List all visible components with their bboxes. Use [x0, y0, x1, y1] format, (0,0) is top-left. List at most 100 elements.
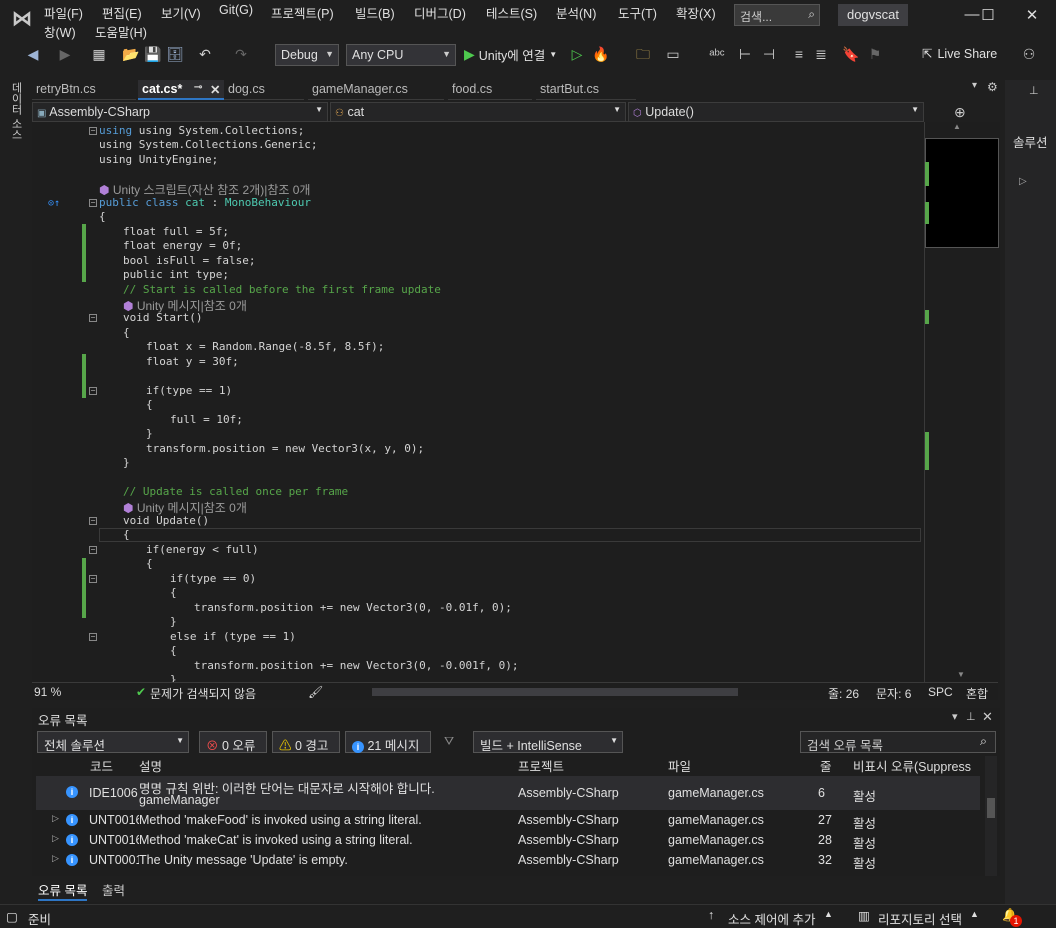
format-icon[interactable]: ⊣: [760, 45, 778, 63]
layout-icon[interactable]: ▭: [664, 45, 682, 63]
menu-build[interactable]: 빌드(B): [355, 3, 395, 22]
pin-icon[interactable]: ⊸: [194, 82, 202, 93]
menu-file[interactable]: 파일(F): [44, 3, 83, 22]
table-row[interactable]: ▷ i UNT0016 Method 'makeFood' is invoked…: [36, 812, 980, 831]
errors-filter-button[interactable]: ⊗ 0 오류: [199, 731, 267, 753]
hot-reload-icon[interactable]: 🔥: [592, 45, 610, 63]
minimap-viewport[interactable]: [925, 138, 999, 248]
split-editor-icon[interactable]: ⊕: [954, 104, 966, 121]
settings-gear-icon[interactable]: ⚙: [987, 80, 998, 94]
expand-icon[interactable]: ▷: [52, 853, 59, 864]
tab-food[interactable]: food.cs: [448, 80, 532, 100]
col-header-file[interactable]: 파일: [668, 756, 691, 775]
inherit-icon[interactable]: ⊙↑: [48, 198, 60, 209]
pin-icon[interactable]: ⊥: [1029, 84, 1039, 97]
scroll-up-icon[interactable]: ▲: [953, 122, 961, 131]
table-row[interactable]: ▷ i UNT0001 The Unity message 'Update' i…: [36, 852, 980, 871]
horizontal-scrollbar[interactable]: [372, 688, 738, 696]
minimap-scrollbar[interactable]: ▲ ▼: [924, 122, 1000, 682]
tab-gamemanager[interactable]: gameManager.cs: [308, 80, 444, 100]
menu-git[interactable]: Git(G): [219, 3, 253, 17]
vertical-scrollbar[interactable]: [985, 756, 997, 876]
table-row[interactable]: ▷ i UNT0016 Method 'makeCat' is invoked …: [36, 832, 980, 851]
tab-dog[interactable]: dog.cs: [224, 80, 304, 100]
expand-icon[interactable]: ▷: [52, 813, 59, 824]
fold-icon[interactable]: −: [89, 546, 97, 554]
menu-extensions[interactable]: 확장(X): [676, 3, 716, 22]
account-icon[interactable]: ⚇: [1020, 45, 1038, 63]
folder-icon[interactable]: 🗀: [634, 45, 652, 63]
expand-icon[interactable]: ▷: [1019, 176, 1027, 187]
col-header-code[interactable]: 코드: [90, 756, 113, 775]
config-select[interactable]: Debug ▼: [275, 44, 339, 66]
codelens[interactable]: ⬢ Unity 메시지|참조 0개: [123, 499, 247, 515]
close-icon[interactable]: ✕: [982, 709, 993, 725]
add-source-control-button[interactable]: 소스 제어에 추가: [728, 909, 815, 928]
whitespace-mode[interactable]: SPC: [928, 685, 953, 699]
scrollbar-thumb[interactable]: [987, 798, 995, 818]
type-dropdown[interactable]: ⚇ cat ▼: [330, 102, 626, 122]
brush-icon[interactable]: 🖌: [308, 685, 323, 699]
search-input[interactable]: 검색... ⌕: [734, 4, 820, 26]
maximize-button[interactable]: ☐: [978, 6, 998, 24]
col-header-suppression[interactable]: 비표시 오류(Suppress: [853, 756, 971, 775]
new-item-icon[interactable]: ▦: [90, 45, 108, 63]
column-number[interactable]: 문자: 6: [876, 685, 911, 702]
col-header-project[interactable]: 프로젝트: [518, 756, 564, 775]
menu-tools[interactable]: 도구(T): [618, 3, 657, 22]
start-without-debug-icon[interactable]: ▷: [568, 45, 586, 63]
tab-output[interactable]: 출력: [102, 880, 125, 899]
member-dropdown[interactable]: ⬡ Update() ▼: [628, 102, 924, 122]
zoom-level[interactable]: 91 %: [34, 685, 61, 699]
open-icon[interactable]: 📂: [122, 45, 140, 63]
fold-icon[interactable]: −: [89, 199, 97, 207]
menu-help[interactable]: 도움말(H): [95, 22, 147, 41]
forward-icon[interactable]: ▶: [56, 45, 74, 63]
solution-tab[interactable]: 솔루션: [1013, 132, 1048, 151]
menu-edit[interactable]: 편집(E): [102, 3, 142, 22]
pin-icon[interactable]: ⊥: [966, 710, 976, 723]
save-icon[interactable]: 💾: [144, 45, 162, 63]
codelens[interactable]: ⬢ Unity 스크립트(자산 참조 2개)|참조 0개: [99, 181, 310, 197]
warnings-filter-button[interactable]: ⚠ 0 경고: [272, 731, 340, 753]
fold-icon[interactable]: −: [89, 387, 97, 395]
issues-status[interactable]: 문제가 검색되지 않음: [150, 685, 256, 702]
source-select[interactable]: 빌드 + IntelliSense ▼: [473, 731, 623, 753]
menu-project[interactable]: 프로젝트(P): [271, 3, 334, 22]
menu-test[interactable]: 테스트(S): [486, 3, 537, 22]
fold-icon[interactable]: −: [89, 127, 97, 135]
menu-debug[interactable]: 디버그(D): [414, 3, 466, 22]
chevron-down-icon[interactable]: ▾: [952, 710, 958, 723]
spell-check-icon[interactable]: ᵃᵇᶜ: [708, 45, 726, 63]
redo-icon[interactable]: ↷: [232, 45, 250, 63]
tab-startbut[interactable]: startBut.cs: [536, 80, 636, 100]
menu-window[interactable]: 창(W): [44, 22, 76, 41]
platform-select[interactable]: Any CPU ▼: [346, 44, 456, 66]
menu-view[interactable]: 보기(V): [161, 3, 201, 22]
tab-error-list[interactable]: 오류 목록: [38, 880, 88, 901]
code-editor[interactable]: − − − − − − − − ⊙↑ using using System.Co…: [32, 122, 924, 682]
error-search-input[interactable]: 검색 오류 목록 ⌕: [800, 731, 996, 753]
bookmark-next-icon[interactable]: ⚑: [866, 45, 884, 63]
run-button[interactable]: ▶ Unity에 연결 ▼: [464, 45, 557, 63]
fold-icon[interactable]: −: [89, 517, 97, 525]
messages-filter-button[interactable]: i 21 메시지: [345, 731, 431, 753]
col-header-description[interactable]: 설명: [139, 756, 162, 775]
save-all-icon[interactable]: 🗄: [166, 45, 184, 63]
tab-overflow-icon[interactable]: ▾: [972, 80, 977, 91]
tab-cat[interactable]: cat.cs* ⊸ ✕: [138, 80, 224, 100]
bookmark-icon[interactable]: 🔖: [842, 45, 860, 63]
menu-analyze[interactable]: 분석(N): [556, 3, 596, 22]
back-icon[interactable]: ◀: [24, 45, 42, 63]
align-icon[interactable]: ⊢: [736, 45, 754, 63]
scroll-down-icon[interactable]: ▼: [957, 670, 965, 679]
fold-icon[interactable]: −: [89, 633, 97, 641]
codelens[interactable]: ⬢ Unity 메시지|참조 0개: [123, 297, 247, 313]
select-repository-button[interactable]: 리포지토리 선택: [878, 909, 962, 928]
fold-icon[interactable]: −: [89, 314, 97, 322]
data-sources-tab[interactable]: 데이터 소스: [10, 82, 24, 140]
undo-icon[interactable]: ↶: [196, 45, 214, 63]
table-row[interactable]: i IDE1006 명명 규칙 위반: 이러한 단어는 대문자로 시작해야 합니…: [36, 776, 980, 810]
line-endings[interactable]: 혼합: [966, 685, 988, 702]
live-share-button[interactable]: ⇱ Live Share: [922, 46, 997, 62]
